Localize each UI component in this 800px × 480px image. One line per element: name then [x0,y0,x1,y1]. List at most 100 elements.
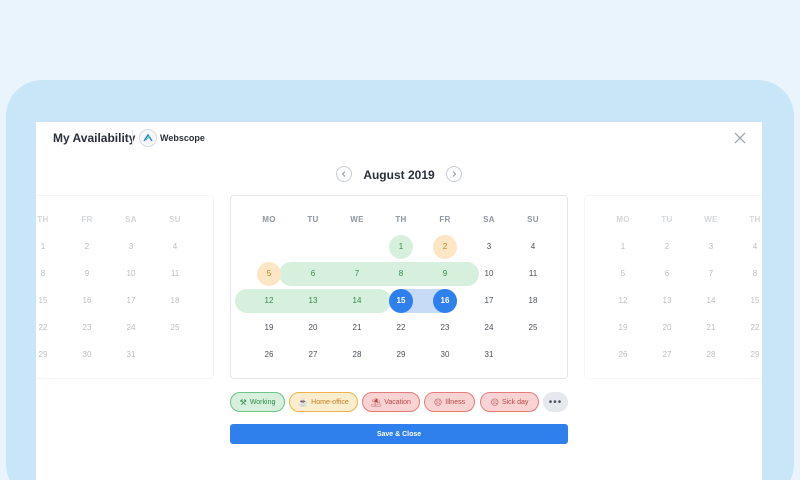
calendar-day[interactable]: 18 [520,289,546,313]
calendar-day[interactable]: 22 [388,316,414,340]
weekday-header: SA [125,215,137,224]
weekday-header: SU [527,215,539,224]
vacation-chip[interactable]: ⛱ Vacation [362,392,420,412]
calendar-day[interactable]: 1 [36,235,56,259]
calendar-day[interactable]: 27 [654,343,680,367]
calendar-day[interactable]: 25 [520,316,546,340]
save-close-button[interactable]: Save & Close [230,424,568,444]
calendar-day[interactable]: 29 [36,343,56,367]
working-chip[interactable]: ⚒ Working [230,392,285,412]
vacation-label: Vacation [384,398,411,406]
illness-chip[interactable]: ☹ Illness [424,392,475,412]
next-month-button[interactable] [446,166,462,182]
calendar-day[interactable]: 24 [476,316,502,340]
next-month-calendar: MO TU WE TH 1 2 3 4 5 6 7 8 12 13 14 15 19 20 21 22 26 27 28 29 [584,195,762,379]
calendar-day[interactable]: 24 [118,316,144,340]
calendar-day[interactable]: 12 [256,289,282,313]
calendar-day[interactable]: 9 [74,262,100,286]
home-office-icon: ☕ [298,397,309,407]
calendar-day[interactable]: 20 [300,316,326,340]
calendar-day[interactable]: 11 [162,262,188,286]
calendar-day[interactable]: 29 [388,343,414,367]
calendar-day[interactable]: 13 [300,289,326,313]
calendar-day[interactable]: 3 [698,235,724,259]
calendar-day[interactable]: 28 [698,343,724,367]
calendar-day[interactable]: 22 [36,316,56,340]
workspace-name[interactable]: Webscope [160,133,205,143]
weekday-header: TH [395,215,407,224]
calendar-day[interactable]: 14 [344,289,370,313]
chevron-right-icon [452,171,457,177]
calendar-day[interactable]: 27 [300,343,326,367]
calendar-day[interactable]: 25 [162,316,188,340]
calendar-day[interactable]: 28 [344,343,370,367]
calendar-day[interactable]: 14 [698,289,724,313]
calendar-day[interactable]: 19 [610,316,636,340]
calendar-day[interactable]: 16 [74,289,100,313]
more-options-button[interactable]: ••• [543,392,568,412]
calendar-day[interactable]: 8 [36,262,56,286]
calendar-day[interactable]: 2 [74,235,100,259]
calendar-day[interactable]: 18 [162,289,188,313]
calendar-day[interactable]: 29 [742,343,762,367]
calendar-day[interactable]: 10 [476,262,502,286]
calendar-day[interactable]: 15 [36,289,56,313]
close-icon[interactable] [730,128,750,148]
calendar-day[interactable]: 23 [74,316,100,340]
calendar-day[interactable]: 7 [344,262,370,286]
calendar-day[interactable]: 1 [610,235,636,259]
calendar-day[interactable]: 20 [654,316,680,340]
sick-day-chip[interactable]: ☹ Sick day [480,392,539,412]
home-office-chip[interactable]: ☕ Home-office [289,392,358,412]
calendar-day[interactable]: 3 [118,235,144,259]
calendar-day[interactable]: 9 [432,262,458,286]
calendar-day[interactable]: 30 [432,343,458,367]
calendar-day[interactable]: 4 [520,235,546,259]
calendar-day[interactable]: 5 [610,262,636,286]
calendar-day[interactable]: 6 [654,262,680,286]
calendar-day[interactable]: 21 [698,316,724,340]
calendar-day[interactable]: 7 [698,262,724,286]
calendar-day[interactable]: 4 [162,235,188,259]
weekday-header: WE [350,215,364,224]
header-divider [132,130,133,146]
weekday-header: FR [439,215,451,224]
calendar-day[interactable]: 21 [344,316,370,340]
home-office-label: Home-office [311,398,349,406]
calendar-day[interactable]: 31 [476,343,502,367]
calendar-day[interactable]: 13 [654,289,680,313]
calendar-day[interactable]: 10 [118,262,144,286]
previous-month-calendar: TH FR SA SU 1 2 3 4 8 9 10 11 15 16 17 18 22 23 24 25 29 30 31 [36,195,214,379]
calendar-day[interactable]: 26 [256,343,282,367]
calendar-day[interactable]: 2 [654,235,680,259]
calendar-day[interactable]: 19 [256,316,282,340]
calendar-day[interactable]: 17 [118,289,144,313]
chevron-left-icon [341,171,346,177]
calendar-day[interactable]: 11 [520,262,546,286]
calendar-day[interactable]: 6 [300,262,326,286]
calendar-day[interactable]: 2 [432,235,458,259]
calendar-day[interactable]: 12 [610,289,636,313]
calendar-day[interactable]: 8 [388,262,414,286]
calendar-day[interactable]: 8 [742,262,762,286]
calendar-day[interactable]: 15 [742,289,762,313]
calendar-day[interactable]: 3 [476,235,502,259]
availability-dialog: My Availability Webscope August 2019 TH F… [36,122,762,480]
weekday-header: TU [307,215,319,224]
calendar-day[interactable]: 17 [476,289,502,313]
calendar-day[interactable]: 22 [742,316,762,340]
calendar-day[interactable]: 31 [118,343,144,367]
workspace-logo-icon[interactable] [139,129,157,147]
calendar-day[interactable]: 16 [432,289,458,313]
month-title: August 2019 [363,168,435,182]
calendar-day[interactable]: 4 [742,235,762,259]
page-title: My Availability [53,131,136,145]
calendar-day[interactable]: 30 [74,343,100,367]
weekday-header: MO [616,215,630,224]
calendar-day[interactable]: 1 [388,235,414,259]
calendar-day[interactable]: 23 [432,316,458,340]
calendar-day[interactable]: 5 [256,262,282,286]
weekday-header: TH [37,215,49,224]
calendar-day[interactable]: 15 [388,289,414,313]
calendar-day[interactable]: 26 [610,343,636,367]
